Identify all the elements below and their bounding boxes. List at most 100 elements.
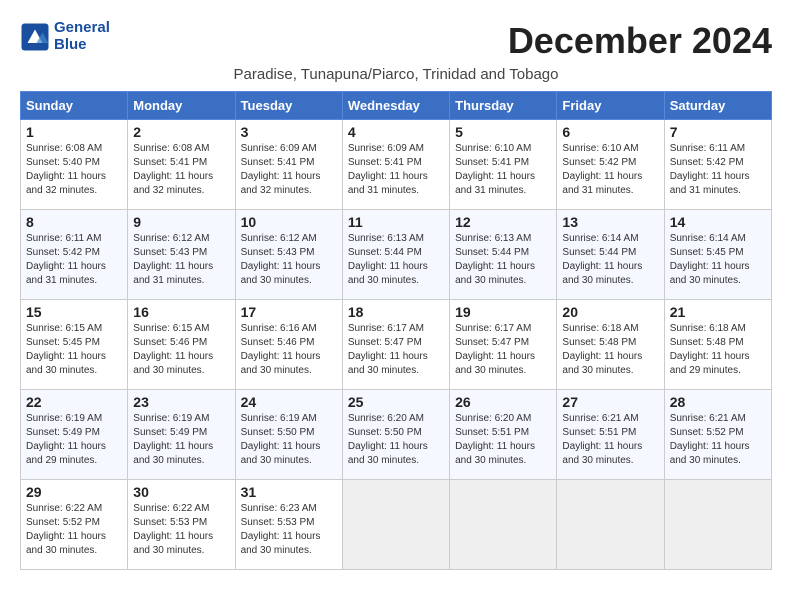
- calendar-cell: 6 Sunrise: 6:10 AMSunset: 5:42 PMDaylight…: [557, 120, 664, 210]
- calendar-cell: 26 Sunrise: 6:20 AMSunset: 5:51 PMDayligh…: [450, 390, 557, 480]
- day-number: 17: [241, 304, 337, 320]
- day-info: Sunrise: 6:23 AMSunset: 5:53 PMDaylight:…: [241, 502, 337, 558]
- calendar-cell: 12Sunrise: 6:13 AMSunset: 5:44 PMDayligh…: [450, 210, 557, 300]
- calendar-week-row: 29 Sunrise: 6:22 AMSunset: 5:52 PMDayligh…: [21, 480, 772, 570]
- day-info: Sunrise: 6:21 AMSunset: 5:51 PMDaylight:…: [562, 412, 658, 468]
- day-number: 27: [562, 394, 658, 410]
- calendar-cell: 14Sunrise: 6:14 AMSunset: 5:45 PMDayligh…: [664, 210, 771, 300]
- day-number: 8: [26, 214, 122, 230]
- calendar-week-row: 15 Sunrise: 6:15 AMSunset: 5:45 PMDayligh…: [21, 300, 772, 390]
- day-info: Sunrise: 6:21 AMSunset: 5:52 PMDaylight:…: [670, 412, 766, 468]
- day-number: 3: [241, 124, 337, 140]
- day-number: 28: [670, 394, 766, 410]
- calendar-cell: [450, 480, 557, 570]
- day-info: Sunrise: 6:17 AMSunset: 5:47 PMDaylight:…: [348, 322, 444, 378]
- weekday-header-friday: Friday: [557, 92, 664, 120]
- logo-text: General Blue: [54, 20, 110, 53]
- day-info: Sunrise: 6:12 AMSunset: 5:43 PMDaylight:…: [241, 232, 337, 288]
- day-info: Sunrise: 6:19 AMSunset: 5:49 PMDaylight:…: [26, 412, 122, 468]
- day-info: Sunrise: 6:22 AMSunset: 5:52 PMDaylight:…: [26, 502, 122, 558]
- day-info: Sunrise: 6:08 AMSunset: 5:41 PMDaylight:…: [133, 142, 229, 198]
- calendar-cell: 25Sunrise: 6:20 AMSunset: 5:50 PMDayligh…: [342, 390, 449, 480]
- day-info: Sunrise: 6:20 AMSunset: 5:51 PMDaylight:…: [455, 412, 551, 468]
- calendar-cell: 16 Sunrise: 6:15 AMSunset: 5:46 PMDayligh…: [128, 300, 235, 390]
- month-title-section: December 2024: [508, 20, 772, 62]
- calendar-cell: 23Sunrise: 6:19 AMSunset: 5:49 PMDayligh…: [128, 390, 235, 480]
- day-info: Sunrise: 6:16 AMSunset: 5:46 PMDaylight:…: [241, 322, 337, 378]
- calendar-table: SundayMondayTuesdayWednesdayThursdayFrid…: [20, 91, 772, 570]
- weekday-header-saturday: Saturday: [664, 92, 771, 120]
- day-number: 15: [26, 304, 122, 320]
- calendar-cell: 30 Sunrise: 6:22 AMSunset: 5:53 PMDayligh…: [128, 480, 235, 570]
- location-title: Paradise, Tunapuna/Piarco, Trinidad and …: [20, 66, 772, 83]
- day-number: 6: [562, 124, 658, 140]
- day-number: 5: [455, 124, 551, 140]
- day-number: 4: [348, 124, 444, 140]
- weekday-header-sunday: Sunday: [21, 92, 128, 120]
- day-number: 13: [562, 214, 658, 230]
- day-info: Sunrise: 6:15 AMSunset: 5:46 PMDaylight:…: [133, 322, 229, 378]
- calendar-cell: 8 Sunrise: 6:11 AMSunset: 5:42 PMDaylight…: [21, 210, 128, 300]
- calendar-cell: 21Sunrise: 6:18 AMSunset: 5:48 PMDayligh…: [664, 300, 771, 390]
- weekday-header-tuesday: Tuesday: [235, 92, 342, 120]
- day-info: Sunrise: 6:17 AMSunset: 5:47 PMDaylight:…: [455, 322, 551, 378]
- day-info: Sunrise: 6:18 AMSunset: 5:48 PMDaylight:…: [670, 322, 766, 378]
- calendar-week-row: 8 Sunrise: 6:11 AMSunset: 5:42 PMDaylight…: [21, 210, 772, 300]
- day-info: Sunrise: 6:19 AMSunset: 5:50 PMDaylight:…: [241, 412, 337, 468]
- calendar-cell: 9 Sunrise: 6:12 AMSunset: 5:43 PMDaylight…: [128, 210, 235, 300]
- day-info: Sunrise: 6:22 AMSunset: 5:53 PMDaylight:…: [133, 502, 229, 558]
- day-number: 7: [670, 124, 766, 140]
- calendar-cell: 17 Sunrise: 6:16 AMSunset: 5:46 PMDayligh…: [235, 300, 342, 390]
- calendar-cell: 20Sunrise: 6:18 AMSunset: 5:48 PMDayligh…: [557, 300, 664, 390]
- day-info: Sunrise: 6:19 AMSunset: 5:49 PMDaylight:…: [133, 412, 229, 468]
- day-info: Sunrise: 6:14 AMSunset: 5:44 PMDaylight:…: [562, 232, 658, 288]
- day-number: 29: [26, 484, 122, 500]
- month-title: December 2024: [508, 20, 772, 62]
- day-info: Sunrise: 6:08 AMSunset: 5:40 PMDaylight:…: [26, 142, 122, 198]
- day-number: 11: [348, 214, 444, 230]
- day-number: 31: [241, 484, 337, 500]
- calendar-cell: 22 Sunrise: 6:19 AMSunset: 5:49 PMDayligh…: [21, 390, 128, 480]
- day-number: 18: [348, 304, 444, 320]
- calendar-cell: 11 Sunrise: 6:13 AMSunset: 5:44 PMDayligh…: [342, 210, 449, 300]
- logo: General Blue: [20, 20, 110, 53]
- day-info: Sunrise: 6:15 AMSunset: 5:45 PMDaylight:…: [26, 322, 122, 378]
- day-number: 16: [133, 304, 229, 320]
- day-number: 14: [670, 214, 766, 230]
- calendar-cell: 2Sunrise: 6:08 AMSunset: 5:41 PMDaylight…: [128, 120, 235, 210]
- day-info: Sunrise: 6:09 AMSunset: 5:41 PMDaylight:…: [348, 142, 444, 198]
- day-info: Sunrise: 6:13 AMSunset: 5:44 PMDaylight:…: [348, 232, 444, 288]
- calendar-cell: 3 Sunrise: 6:09 AMSunset: 5:41 PMDaylight…: [235, 120, 342, 210]
- weekday-header-thursday: Thursday: [450, 92, 557, 120]
- day-number: 19: [455, 304, 551, 320]
- day-info: Sunrise: 6:10 AMSunset: 5:42 PMDaylight:…: [562, 142, 658, 198]
- day-number: 9: [133, 214, 229, 230]
- calendar-cell: [664, 480, 771, 570]
- calendar-cell: 15 Sunrise: 6:15 AMSunset: 5:45 PMDayligh…: [21, 300, 128, 390]
- day-info: Sunrise: 6:11 AMSunset: 5:42 PMDaylight:…: [26, 232, 122, 288]
- day-number: 30: [133, 484, 229, 500]
- day-info: Sunrise: 6:09 AMSunset: 5:41 PMDaylight:…: [241, 142, 337, 198]
- calendar-cell: 27 Sunrise: 6:21 AMSunset: 5:51 PMDayligh…: [557, 390, 664, 480]
- day-info: Sunrise: 6:12 AMSunset: 5:43 PMDaylight:…: [133, 232, 229, 288]
- weekday-header-wednesday: Wednesday: [342, 92, 449, 120]
- day-number: 22: [26, 394, 122, 410]
- calendar-week-row: 22 Sunrise: 6:19 AMSunset: 5:49 PMDayligh…: [21, 390, 772, 480]
- calendar-body: 1Sunrise: 6:08 AMSunset: 5:40 PMDaylight…: [21, 120, 772, 570]
- day-number: 26: [455, 394, 551, 410]
- calendar-cell: 13 Sunrise: 6:14 AMSunset: 5:44 PMDayligh…: [557, 210, 664, 300]
- calendar-cell: 1Sunrise: 6:08 AMSunset: 5:40 PMDaylight…: [21, 120, 128, 210]
- day-info: Sunrise: 6:18 AMSunset: 5:48 PMDaylight:…: [562, 322, 658, 378]
- calendar-cell: 7Sunrise: 6:11 AMSunset: 5:42 PMDaylight…: [664, 120, 771, 210]
- calendar-cell: 29 Sunrise: 6:22 AMSunset: 5:52 PMDayligh…: [21, 480, 128, 570]
- calendar-cell: 4 Sunrise: 6:09 AMSunset: 5:41 PMDaylight…: [342, 120, 449, 210]
- day-number: 10: [241, 214, 337, 230]
- day-info: Sunrise: 6:20 AMSunset: 5:50 PMDaylight:…: [348, 412, 444, 468]
- day-info: Sunrise: 6:13 AMSunset: 5:44 PMDaylight:…: [455, 232, 551, 288]
- day-info: Sunrise: 6:10 AMSunset: 5:41 PMDaylight:…: [455, 142, 551, 198]
- calendar-week-row: 1Sunrise: 6:08 AMSunset: 5:40 PMDaylight…: [21, 120, 772, 210]
- day-number: 24: [241, 394, 337, 410]
- calendar-cell: 31 Sunrise: 6:23 AMSunset: 5:53 PMDayligh…: [235, 480, 342, 570]
- calendar-cell: [342, 480, 449, 570]
- calendar-cell: 18 Sunrise: 6:17 AMSunset: 5:47 PMDayligh…: [342, 300, 449, 390]
